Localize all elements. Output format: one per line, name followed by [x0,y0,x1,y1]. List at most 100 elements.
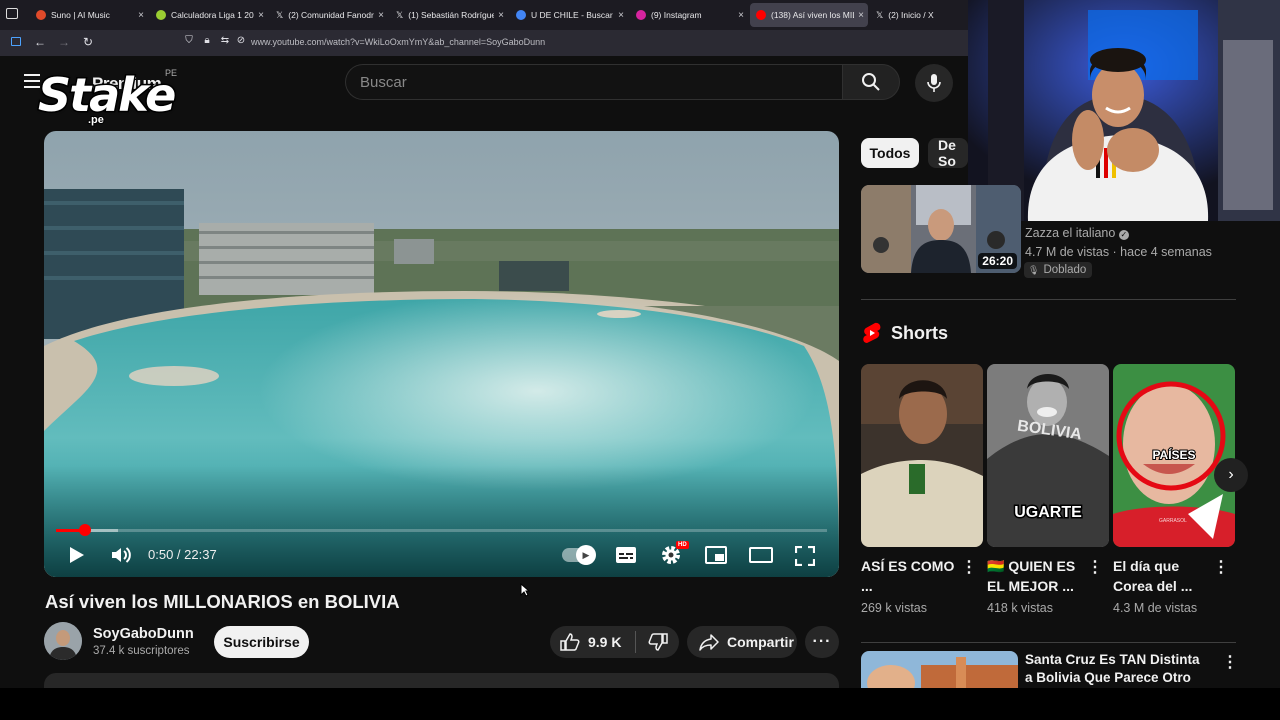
tab-favicon-icon: 𝕏 [396,10,404,20]
tab-close-icon[interactable]: × [374,10,388,21]
browser-tab[interactable]: Calculadora Liga 1 2024 × [150,3,268,27]
tab-overview-icon[interactable] [6,8,18,19]
stake-logo-text: Stake [36,67,177,124]
tab-favicon-icon: 𝕏 [876,10,884,20]
progress-scrubber[interactable] [78,524,91,536]
short-card-2[interactable]: BOLIVIA UGARTE [987,364,1109,547]
mouse-cursor-icon [520,583,530,597]
search-button[interactable] [842,64,900,100]
hd-badge: HD [676,541,689,549]
tab-close-icon[interactable]: × [254,10,268,21]
miniplayer-icon[interactable] [705,546,727,564]
camera-off-icon[interactable]: ⊘ [233,35,249,46]
tab-close-icon[interactable]: × [134,10,148,21]
more-actions-button[interactable]: ··· [805,626,839,658]
short-more-icon-1[interactable]: ⋮ [961,560,977,576]
reload-icon[interactable]: ↻ [80,35,96,49]
channel-avatar-image [44,622,82,660]
browser-tab[interactable]: (9) Instagram × [630,3,748,27]
share-button[interactable]: Compartir [687,626,797,658]
short-title-3[interactable]: El día que Corea del ... [1113,556,1213,596]
subtitles-icon[interactable] [615,546,637,564]
screen-bottom-bar [0,688,1280,720]
browser-tab[interactable]: 𝕏 (2) Comunidad Fanodri... × [270,3,388,27]
share-label: Compartir [727,634,794,650]
tab-close-icon[interactable]: × [494,10,508,21]
play-icon[interactable] [68,545,86,565]
tab-favicon-icon [36,10,46,20]
tab-close-icon[interactable]: × [854,10,868,21]
short-2-overlay-text: UGARTE [1013,503,1084,523]
dubbed-badge: 🎙︎ Doblado [1024,262,1093,278]
recommended-more-icon[interactable]: ⋮ [1222,655,1238,671]
stake-logo: Stake .pe [36,66,177,132]
channel-name: Zazza el italiano [1025,226,1116,240]
shield-icon[interactable]: ⛉ [181,35,197,46]
theater-mode-icon[interactable] [749,547,773,563]
dubbed-icon: 🎙︎ [1028,264,1040,275]
recommended-channel[interactable]: Zazza el italiano ✓ [1025,226,1129,240]
tab-title: (2) Comunidad Fanodri... [288,10,374,20]
tab-favicon-icon [516,10,526,20]
tab-close-icon[interactable]: × [614,10,628,21]
subscribe-button[interactable]: Suscribirse [214,626,309,658]
dubbed-label: Doblado [1043,264,1087,276]
sidebar-divider [861,642,1236,643]
volume-icon[interactable] [110,545,132,565]
tab-title: U DE CHILE - Buscar con... [531,10,614,20]
progress-bar[interactable] [56,524,827,536]
recommended-thumbnail[interactable]: 26:20 [861,185,1021,273]
chip-de-so[interactable]: De So [928,138,968,168]
fullscreen-icon[interactable] [795,546,815,566]
shorts-next-button[interactable]: › [1214,458,1248,492]
shorts-logo-icon [863,322,881,343]
tab-title: (138) Así viven los MILLO [771,10,854,20]
short-card-3[interactable]: PAÍSES GARRASOL [1113,364,1235,547]
short-views-1: 269 k vistas [861,601,928,615]
short-more-icon-2[interactable]: ⋮ [1087,560,1103,576]
tab-favicon-icon [636,10,646,20]
tab-favicon-icon: 𝕏 [276,10,284,20]
stake-tld-text: .pe [87,113,105,127]
short-card-1[interactable] [861,364,983,547]
short-title-1[interactable]: ASÍ ES COMO ... [861,556,961,596]
short-views-3: 4.3 M de vistas [1113,601,1198,615]
share-icon [699,634,719,651]
autoplay-play-icon: ▶ [582,549,590,560]
short-title-2[interactable]: 🇧🇴 QUIEN ES EL MEJOR ... [987,556,1087,596]
autoplay-toggle[interactable]: ▶ [562,545,596,565]
dislike-button[interactable] [636,626,679,658]
tab-title: Calculadora Liga 1 2024 [171,10,254,20]
time-display: 0:50 / 22:37 [148,547,217,562]
recommended-thumbnail-2-image [861,651,1018,688]
recommended-video-card[interactable]: 26:20 Zazza el italiano ✓ 4.7 M de vista… [861,185,1236,278]
verified-icon: ✓ [1118,230,1129,240]
browser-tab[interactable]: Suno | AI Music × [30,3,148,27]
thumbs-up-icon [560,633,580,651]
browser-tab-bar: Suno | AI Music × Calculadora Liga 1 2024 ×… [0,0,984,30]
sidebar-toggle-icon[interactable] [8,35,24,49]
forward-icon[interactable]: → [56,35,72,49]
url-field[interactable]: www.youtube.com/watch?v=WkiLoOxmYmY&ab_c… [251,37,545,47]
like-button[interactable]: 9.9 K [550,626,631,658]
browser-tab[interactable]: (138) Así viven los MILLO× [750,3,868,27]
browser-tab[interactable]: U DE CHILE - Buscar con...× [510,3,628,27]
voice-search-button[interactable] [915,64,953,102]
subscriber-count: 37.4 k suscriptores [93,645,190,657]
browser-tab[interactable]: 𝕏 (1) Sebastián Rodríguez × [390,3,508,27]
search-input[interactable]: Buscar [345,64,843,100]
short-more-icon-3[interactable]: ⋮ [1213,560,1229,576]
tab-title: (2) Inicio / X [888,10,934,20]
chip-todos[interactable]: Todos [861,138,919,168]
tab-close-icon[interactable]: × [734,10,748,21]
video-player[interactable]: 0:50 / 22:37 ▶ HD [44,131,839,577]
channel-avatar[interactable] [44,622,82,660]
tab-title: Suno | AI Music [51,10,110,20]
permissions-icon[interactable]: ⇆ [217,35,233,46]
recommended-thumbnail-2[interactable] [861,651,1018,688]
search-icon [862,73,880,91]
lock-icon: 🔒︎ [204,35,210,46]
recommended-meta: 4.7 M de vistas · hace 4 semanas [1025,245,1212,259]
channel-name[interactable]: SoyGaboDunn [93,626,194,642]
back-icon[interactable]: ← [32,35,48,49]
